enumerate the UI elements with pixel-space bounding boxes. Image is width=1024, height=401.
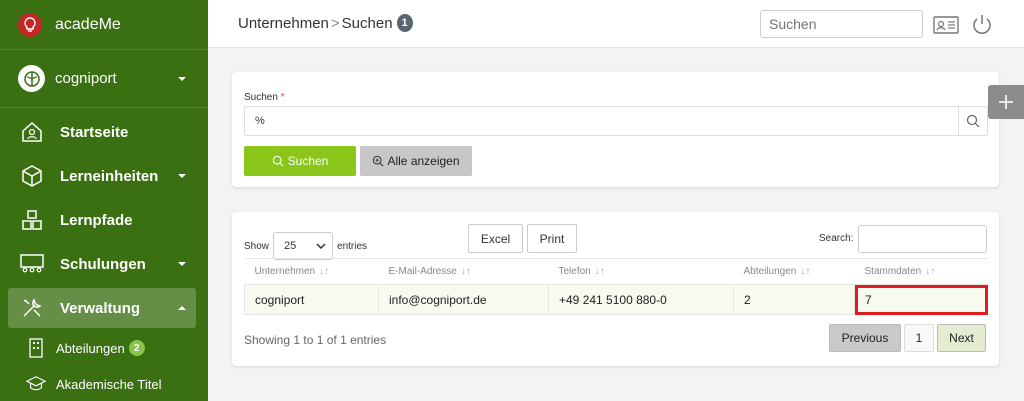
nav-label: Schulungen — [60, 255, 146, 273]
org-switcher[interactable]: cogniport — [0, 50, 208, 108]
nav-label: Startseite — [60, 123, 129, 141]
breadcrumb-separator: > — [330, 14, 340, 32]
chevron-down-icon — [316, 243, 326, 249]
nav-item-lerneinheiten[interactable]: Lerneinheiten — [0, 154, 208, 198]
home-icon — [18, 118, 46, 146]
tools-icon — [18, 294, 46, 322]
sidebar: acadeMe cogniport Startseite Lerneinheit… — [0, 0, 208, 401]
entries-select[interactable]: 25 — [273, 232, 334, 260]
nav-item-verwaltung[interactable]: Verwaltung — [8, 288, 196, 328]
nav-item-schulungen[interactable]: Schulungen — [0, 242, 208, 286]
app-name: acadeMe — [55, 15, 121, 33]
required-marker: * — [280, 92, 285, 103]
table-search-label: Search: — [819, 233, 854, 244]
stammdaten-cell-highlighted[interactable]: 7 — [854, 284, 988, 315]
next-button[interactable]: Next — [937, 324, 986, 352]
table-cell: cogniport — [244, 284, 379, 315]
lightbulb-logo-icon — [18, 12, 42, 37]
presentation-icon — [18, 250, 46, 278]
nav-label: Lerneinheiten — [60, 167, 159, 185]
sidebar-item-akademische-titel[interactable]: Akademische Titel — [0, 366, 208, 401]
results-table: Unternehmen ↓↑ E-Mail-Adresse ↓↑ Telefon ↓↑… — [244, 258, 988, 315]
result-count-badge: 1 — [396, 14, 413, 32]
print-button[interactable]: Print — [527, 224, 577, 253]
brand[interactable]: acadeMe — [0, 0, 208, 50]
breadcrumb-unternehmen[interactable]: Unternehmen — [238, 15, 329, 32]
column-header[interactable]: Stammdaten ↓↑ — [854, 258, 988, 285]
blocks-icon — [18, 206, 46, 234]
org-avatar — [18, 65, 45, 92]
search-button[interactable]: Suchen — [244, 146, 356, 176]
sub-label: Akademische Titel — [56, 376, 162, 392]
chevron-down-icon — [178, 76, 186, 81]
nav-item-lernpfade[interactable]: Lernpfade — [0, 198, 208, 242]
power-icon[interactable] — [968, 11, 996, 39]
id-card-icon[interactable] — [932, 11, 960, 39]
table-info: Showing 1 to 1 of 1 entries — [244, 333, 387, 347]
building-icon — [26, 337, 46, 359]
search-panel: Suchen * % Suchen Alle anzeigen — [232, 72, 999, 187]
chevron-down-icon — [178, 174, 186, 178]
zoom-in-icon — [373, 155, 384, 167]
nav-label: Lernpfade — [60, 211, 133, 229]
breadcrumb: Unternehmen > Suchen 1 — [238, 14, 413, 32]
results-panel: Show 25 entries Excel Print Search: Unte… — [232, 212, 999, 366]
cube-icon — [18, 162, 46, 190]
nav-label: Verwaltung — [60, 299, 141, 317]
excel-button[interactable]: Excel — [468, 224, 523, 253]
nav-item-startseite[interactable]: Startseite — [0, 110, 208, 154]
page-length: Show 25 entries — [244, 232, 367, 260]
table-row[interactable]: cogniport info@cogniport.de +49 241 5100… — [244, 284, 988, 315]
page-1-button[interactable]: 1 — [904, 324, 934, 352]
column-header[interactable]: Unternehmen ↓↑ — [244, 258, 379, 285]
add-button[interactable] — [988, 85, 1024, 119]
breadcrumb-suchen: Suchen — [341, 14, 393, 32]
table-search-input[interactable] — [858, 225, 987, 253]
table-cell: info@cogniport.de — [378, 284, 549, 315]
column-header[interactable]: Telefon ↓↑ — [548, 258, 734, 285]
chevron-down-icon — [178, 262, 186, 266]
top-header: Unternehmen > Suchen 1 — [208, 0, 1024, 48]
plus-icon — [999, 95, 1013, 109]
previous-button[interactable]: Previous — [829, 324, 901, 352]
show-all-button[interactable]: Alle anzeigen — [360, 146, 472, 176]
org-name: cogniport — [55, 70, 117, 87]
column-header[interactable]: Abteilungen ↓↑ — [733, 258, 855, 285]
search-icon — [272, 155, 284, 167]
sidebar-item-abteilungen[interactable]: Abteilungen 2 — [0, 330, 208, 366]
table-cell: +49 241 5100 880-0 — [548, 284, 734, 315]
sub-label: Abteilungen — [56, 340, 125, 356]
table-cell: 2 — [733, 284, 855, 315]
count-badge: 2 — [128, 340, 145, 356]
chevron-up-icon — [178, 306, 186, 310]
search-icon[interactable] — [958, 106, 988, 136]
header-search-input[interactable] — [760, 10, 923, 38]
graduation-cap-icon — [26, 373, 46, 395]
search-field[interactable]: % — [244, 106, 959, 136]
column-header[interactable]: E-Mail-Adresse ↓↑ — [378, 258, 549, 285]
search-label: Suchen * — [244, 92, 285, 103]
